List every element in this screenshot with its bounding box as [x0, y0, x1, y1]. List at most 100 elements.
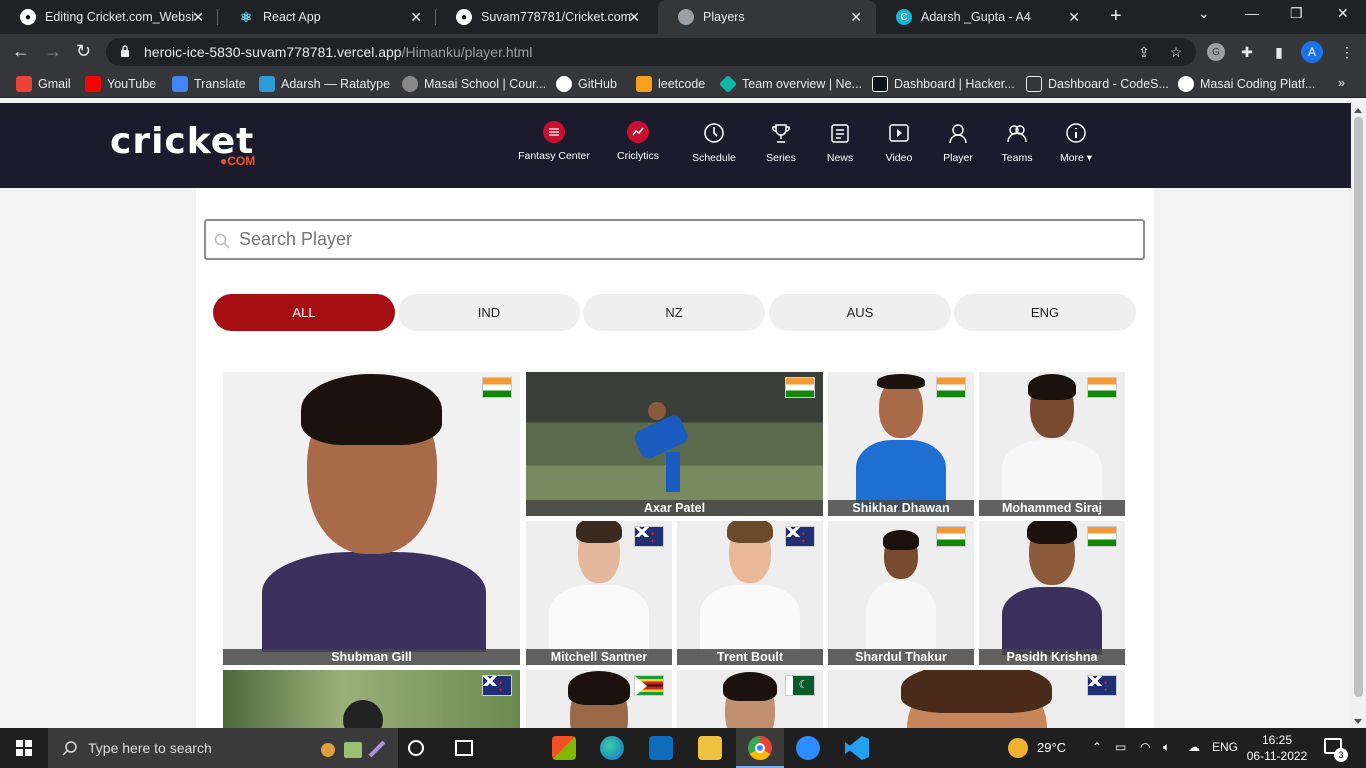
bookmark-label: Team overview | Ne...: [742, 77, 862, 91]
player-card[interactable]: [526, 670, 672, 728]
task-view-icon[interactable]: [455, 740, 473, 756]
tab-search-icon[interactable]: ⌄: [1198, 5, 1210, 22]
close-tab-icon[interactable]: ✕: [192, 9, 204, 26]
clock-icon: [702, 121, 726, 145]
share-icon[interactable]: ⇪: [1135, 43, 1153, 61]
bookmarks-overflow-icon[interactable]: »: [1338, 76, 1345, 90]
canva-icon: C: [896, 9, 912, 25]
edge-icon[interactable]: [600, 736, 624, 760]
filter-ind[interactable]: IND: [398, 294, 580, 331]
search-player-input[interactable]: [239, 229, 1119, 250]
web-page: cricket ●COM Fantasy Center Criclytics S…: [0, 103, 1351, 728]
vscode-icon[interactable]: [845, 736, 869, 760]
scroll-up-icon[interactable]: [1354, 108, 1362, 113]
tab-editing-cricket[interactable]: ● Editing Cricket.com_Website ✕: [0, 0, 218, 34]
taskbar-clock[interactable]: 16:25 06-11-2022: [1244, 732, 1310, 764]
address-bar[interactable]: heroic-ice-5830-suvam778781.vercel.app/H…: [106, 38, 1196, 66]
bookmark-translate[interactable]: Translate: [172, 76, 246, 92]
page-scrollbar[interactable]: [1351, 103, 1366, 728]
youtube-icon: [85, 76, 101, 92]
bookmark-label: Masai Coding Platf...: [1200, 77, 1316, 91]
player-card[interactable]: Shardul Thakur: [828, 521, 974, 665]
player-card[interactable]: Trent Boult: [677, 521, 823, 665]
profile-avatar[interactable]: A: [1301, 41, 1323, 63]
close-tab-icon[interactable]: ✕: [850, 9, 862, 26]
filter-nz[interactable]: NZ: [583, 294, 765, 331]
tray-chevron-icon[interactable]: ⌃: [1092, 740, 1102, 754]
new-zealand-flag-icon: [482, 675, 512, 696]
player-card[interactable]: Pasidh Krishna: [979, 521, 1125, 665]
bookmark-codesignal[interactable]: Dashboard - CodeS...: [1026, 76, 1169, 92]
bookmark-label: Dashboard | Hacker...: [894, 77, 1015, 91]
cortana-icon[interactable]: [408, 740, 424, 756]
player-name: Trent Boult: [677, 649, 823, 665]
microsoft-store-icon[interactable]: [552, 736, 576, 760]
bookmark-masai-school[interactable]: Masai School | Cour...: [402, 76, 546, 92]
player-card[interactable]: Mitchell Santner: [526, 521, 672, 665]
tab-github-repo[interactable]: ● Suvam778781/Cricket.com_W ✕: [436, 0, 654, 34]
close-tab-icon[interactable]: ✕: [628, 9, 640, 26]
nav-criclytics[interactable]: Criclytics: [598, 121, 678, 162]
player-card[interactable]: Mohammed Siraj: [979, 372, 1125, 516]
tab-canva[interactable]: C Adarsh _Gupta - A4 ✕: [876, 0, 1094, 34]
filter-aus[interactable]: AUS: [769, 294, 951, 331]
extensions-icon[interactable]: ✚: [1238, 43, 1256, 61]
player-search-box: [204, 219, 1145, 260]
bookmark-leetcode[interactable]: leetcode: [636, 76, 705, 92]
battery-icon[interactable]: ▭: [1115, 740, 1126, 754]
grammarly-icon[interactable]: G: [1207, 43, 1225, 61]
menu-icon[interactable]: ⋮: [1338, 43, 1356, 61]
bookmark-github[interactable]: GitHub: [556, 76, 617, 92]
filter-eng[interactable]: ENG: [954, 294, 1136, 331]
reload-icon[interactable]: ↻: [76, 41, 91, 62]
page-icon: [1026, 76, 1042, 92]
mail-icon[interactable]: [649, 736, 673, 760]
file-explorer-icon[interactable]: [698, 736, 722, 760]
player-name: Mitchell Santner: [526, 649, 672, 665]
close-tab-icon[interactable]: ✕: [410, 9, 422, 26]
bookmark-ratatype[interactable]: Adarsh — Ratatype: [259, 76, 390, 92]
taskbar-search[interactable]: Type here to search: [48, 728, 398, 768]
nav-more[interactable]: More ▾: [1036, 121, 1116, 164]
close-window-icon[interactable]: ✕: [1337, 5, 1349, 22]
player-card[interactable]: [828, 670, 1125, 728]
player-card[interactable]: Axar Patel: [526, 372, 823, 516]
weather-temp[interactable]: 29°C: [1037, 740, 1066, 755]
zoom-icon[interactable]: [796, 736, 820, 760]
bookmark-team-overview[interactable]: Team overview | Ne...: [718, 74, 862, 94]
bookmark-gmail[interactable]: Gmail: [16, 76, 71, 92]
volume-icon[interactable]: 🔈︎: [1163, 740, 1170, 755]
back-icon[interactable]: ←: [12, 41, 30, 62]
nav-label: Criclytics: [617, 150, 659, 162]
tab-react-app[interactable]: ⚛ React App ✕: [218, 0, 436, 34]
new-tab-button[interactable]: +: [1110, 5, 1122, 28]
bookmark-label: Gmail: [38, 77, 71, 91]
player-card[interactable]: [223, 670, 520, 728]
filter-all[interactable]: ALL: [213, 294, 395, 331]
close-tab-icon[interactable]: ✕: [1068, 9, 1080, 26]
india-flag-icon: [785, 377, 815, 398]
forward-icon[interactable]: →: [44, 41, 62, 62]
player-card[interactable]: ☾: [677, 670, 823, 728]
teams-icon: [1005, 121, 1029, 145]
onedrive-icon[interactable]: ☁: [1188, 740, 1200, 754]
bookmark-hackerrank[interactable]: Dashboard | Hacker...: [872, 76, 1015, 92]
pakistan-flag-icon: ☾: [785, 675, 815, 696]
scrollbar-thumb[interactable]: [1354, 117, 1363, 697]
minimize-icon[interactable]: —: [1245, 5, 1259, 21]
windows-start-icon[interactable]: [16, 740, 32, 756]
tab-players[interactable]: Players ✕: [658, 0, 876, 34]
wifi-icon[interactable]: ◠: [1140, 740, 1150, 754]
nav-fantasy-center[interactable]: Fantasy Center: [514, 121, 594, 162]
scroll-down-icon[interactable]: [1354, 719, 1362, 724]
bookmark-masai-coding[interactable]: Masai Coding Platf...: [1178, 76, 1315, 92]
language-indicator[interactable]: ENG: [1212, 740, 1238, 754]
bookmark-label: GitHub: [578, 77, 617, 91]
player-card[interactable]: Shubman Gill: [223, 372, 520, 665]
player-card[interactable]: Shikhar Dhawan: [828, 372, 974, 516]
bookmark-youtube[interactable]: YouTube: [85, 76, 156, 92]
restore-icon[interactable]: ❐: [1290, 5, 1303, 22]
chrome-taskbar-button[interactable]: [736, 728, 784, 768]
bookmark-star-icon[interactable]: ☆: [1167, 43, 1185, 61]
side-panel-icon[interactable]: ▮: [1270, 43, 1288, 61]
